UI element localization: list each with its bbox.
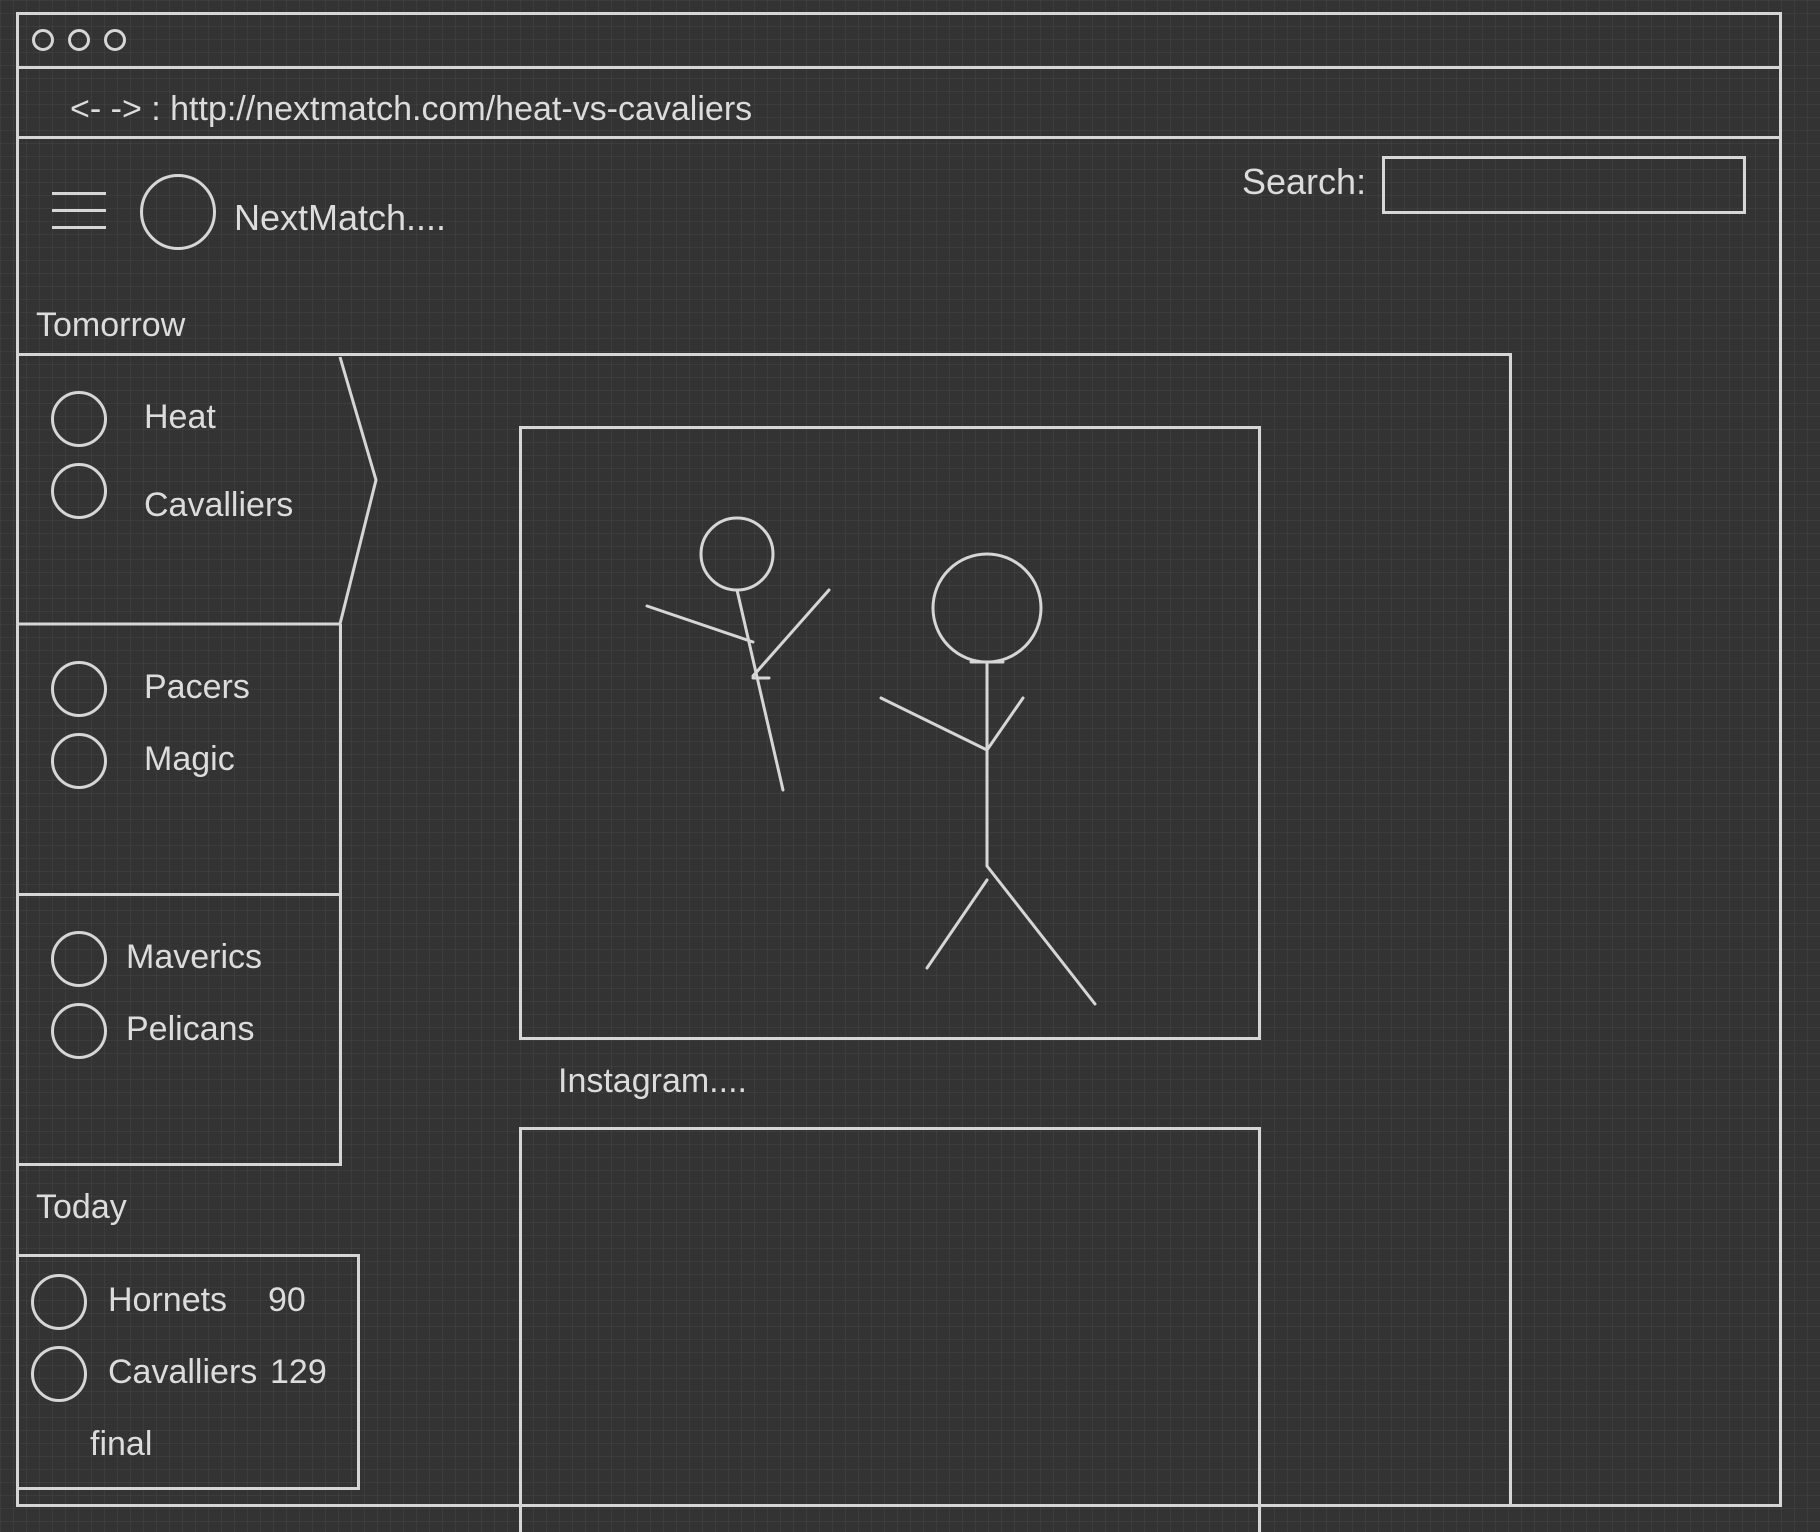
addressbar-divider <box>16 136 1782 139</box>
team-name: Magic <box>144 740 235 778</box>
window-minimize-dot-icon[interactable] <box>68 29 90 51</box>
circle-logo-icon[interactable] <box>140 174 216 250</box>
match-card-maverics-pelicans[interactable]: Maverics Pelicans <box>16 894 342 1166</box>
titlebar-divider <box>16 66 1782 69</box>
team-name: Cavalliers <box>108 1353 258 1391</box>
search-input[interactable] <box>1382 156 1746 214</box>
team-name: Hornets <box>108 1281 228 1319</box>
team-name: Cavalliers <box>144 486 294 524</box>
site-name[interactable]: NextMatch.... <box>234 200 446 236</box>
tomorrow-heading: Tomorrow <box>36 306 186 344</box>
match-status: final <box>90 1425 153 1463</box>
match-card-pacers-magic[interactable]: Pacers Magic <box>16 624 342 896</box>
window-close-dot-icon[interactable] <box>32 29 54 51</box>
address-bar[interactable]: <- -> : http://nextmatch.com/heat-vs-cav… <box>70 92 752 126</box>
team-logo-icon <box>51 1003 107 1059</box>
team-logo-icon <box>51 931 107 987</box>
team-logo-icon <box>31 1274 87 1330</box>
team-score: 90 <box>268 1281 306 1319</box>
team-name: Pacers <box>144 668 250 706</box>
team-name: Heat <box>144 398 216 436</box>
stick-figure-large-head <box>931 552 1043 664</box>
team-logo-icon <box>51 661 107 717</box>
team-name: Maverics <box>126 938 263 976</box>
team-logo-icon <box>31 1346 87 1402</box>
team-name: Pelicans <box>126 1010 255 1048</box>
hamburger-menu-icon[interactable] <box>52 192 106 232</box>
stick-figure-small-head <box>699 516 775 592</box>
window-maximize-dot-icon[interactable] <box>104 29 126 51</box>
stick-figure-image <box>645 516 1097 1006</box>
today-heading: Today <box>36 1188 127 1226</box>
search-label: Search: <box>1242 161 1367 202</box>
featured-image[interactable] <box>519 426 1261 1040</box>
team-logo-icon <box>51 463 107 519</box>
match-card-heat-cavalliers[interactable]: Heat Cavalliers <box>16 354 378 626</box>
today-score-card[interactable]: Hornets 90 Cavalliers 129 final <box>16 1254 360 1490</box>
team-logo-icon <box>51 733 107 789</box>
instagram-embed-box[interactable] <box>519 1127 1261 1532</box>
team-logo-icon <box>51 391 107 447</box>
team-score: 129 <box>270 1353 327 1391</box>
instagram-caption[interactable]: Instagram.... <box>558 1064 747 1098</box>
